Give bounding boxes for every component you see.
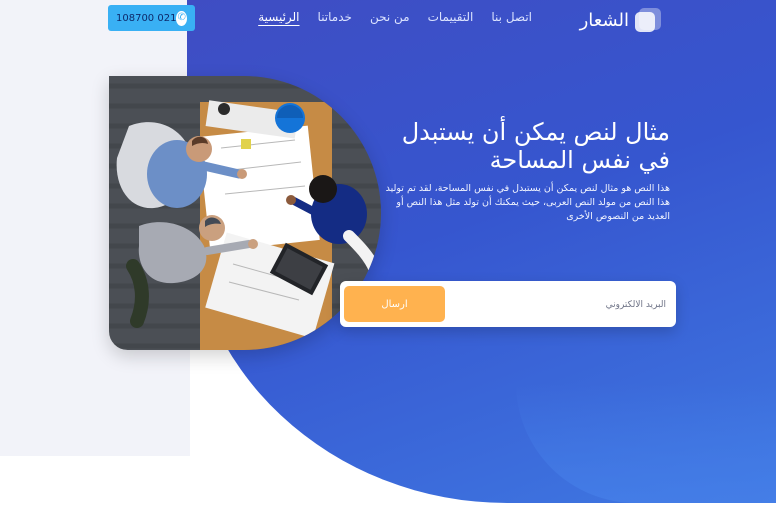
- site-logo[interactable]: الشعار: [580, 8, 661, 32]
- logo-icon: [635, 8, 661, 32]
- nav-item-contact[interactable]: اتصل بنا: [491, 10, 532, 24]
- phone-number: 108700 021: [116, 12, 177, 24]
- logo-text: الشعار: [579, 9, 629, 31]
- logo-front-square: [635, 12, 655, 32]
- phone-button[interactable]: 108700 021 ✆: [108, 5, 195, 31]
- hero-text-block: مثال لنص يمكن أن يستبدل في نفس المساحة ه…: [385, 118, 670, 224]
- hero-description: هذا النص هو مثال لنص يمكن أن يستبدل في ن…: [385, 183, 670, 222]
- nav-item-home[interactable]: الرئيسية: [258, 10, 299, 24]
- email-subscribe-form: ارسال: [340, 281, 676, 327]
- email-input[interactable]: [452, 290, 668, 320]
- main-navigation: الرئيسية خدماتنا من نحن التقييمات اتصل ب…: [258, 10, 532, 24]
- hero-title-line-1: مثال لنص يمكن أن يستبدل: [401, 118, 670, 146]
- top-navigation-bar: 108700 021 ✆ الرئيسية خدماتنا من نحن الت…: [0, 0, 776, 36]
- hero-title-line-2: في نفس المساحة: [489, 146, 670, 174]
- phone-icon: ✆: [176, 10, 187, 26]
- landing-page: 108700 021 ✆ الرئيسية خدماتنا من نحن الت…: [0, 0, 776, 516]
- nav-item-services[interactable]: خدماتنا: [318, 10, 352, 24]
- send-button[interactable]: ارسال: [344, 286, 445, 322]
- nav-item-reviews[interactable]: التقييمات: [428, 10, 474, 24]
- nav-item-about[interactable]: من نحن: [370, 10, 410, 24]
- hero-title: مثال لنص يمكن أن يستبدل في نفس المساحة: [385, 118, 670, 174]
